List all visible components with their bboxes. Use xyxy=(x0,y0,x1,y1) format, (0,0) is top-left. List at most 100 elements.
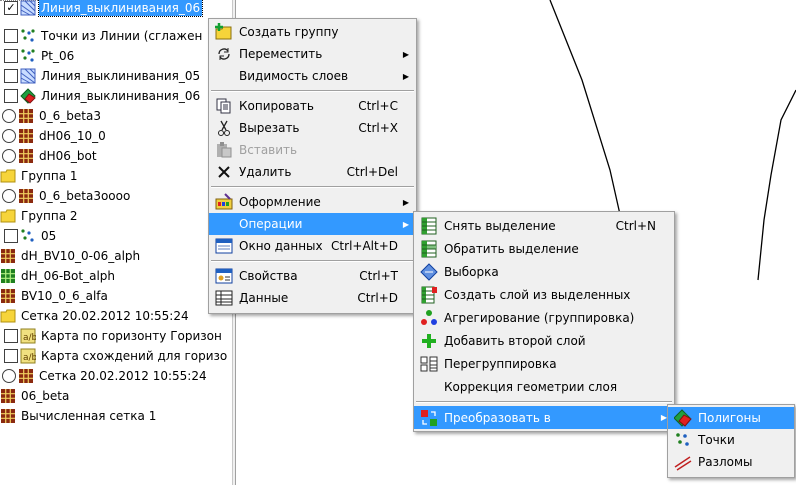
layer-checkbox[interactable] xyxy=(4,29,18,43)
menu-item-add-second-layer[interactable]: Добавить второй слой xyxy=(414,329,674,352)
tree-item-label: dH06_bot xyxy=(39,149,97,163)
tree-item[interactable]: Линия_выклинивания_06 xyxy=(4,86,202,106)
menu-item-clear-selection[interactable]: Снять выделение Ctrl+N xyxy=(414,214,674,237)
tree-item-label: Линия_выклинивания_06 xyxy=(41,89,201,103)
menu-item-polygons[interactable]: Полигоны xyxy=(668,407,794,429)
menu-item-properties[interactable]: Свойства Ctrl+T xyxy=(209,265,416,287)
table-create-icon xyxy=(420,286,438,304)
layer-radio[interactable] xyxy=(2,149,16,163)
map-layer-icon: a/b xyxy=(20,348,36,364)
menu-item-create-group[interactable]: Создать группу xyxy=(209,21,416,43)
menu-item-move[interactable]: Переместить ▶ xyxy=(209,43,416,65)
context-menu: Создать группу Переместить ▶ Видимость с… xyxy=(208,18,417,314)
menu-item-aggregate[interactable]: Агрегирование (группировка) xyxy=(414,306,674,329)
grid-layer-icon xyxy=(0,248,16,264)
tree-item-label: dH_BV10_0-06_alph xyxy=(21,249,141,263)
menu-item-points[interactable]: Точки xyxy=(668,429,794,451)
menu-item-sample[interactable]: Выборка xyxy=(414,260,674,283)
tree-item[interactable]: BV10_0_6_alfa xyxy=(0,286,110,306)
tree-item[interactable]: Вычисленная сетка 1 xyxy=(0,406,158,426)
menu-item-delete[interactable]: Удалить Ctrl+Del xyxy=(209,161,416,183)
layer-checkbox[interactable] xyxy=(4,69,18,83)
tree-group-label: Группа 2 xyxy=(21,209,78,223)
tree-item[interactable]: ✓ Линия_выклинивания_06 xyxy=(4,0,204,18)
convert-icon xyxy=(420,409,438,427)
menu-item-copy[interactable]: Копировать Ctrl+C xyxy=(209,95,416,117)
tree-item-label: dH_06-Bot_alph xyxy=(21,269,116,283)
line-layer-icon xyxy=(20,0,36,16)
menu-item-create-layer-from-selected[interactable]: Создать слой из выделенных xyxy=(414,283,674,306)
convert-submenu: Полигоны Точки Разломы xyxy=(667,404,795,478)
layer-radio[interactable] xyxy=(2,369,16,383)
menu-item-geometry-correction[interactable]: Коррекция геометрии слоя xyxy=(414,375,674,398)
tree-item-label: 05 xyxy=(41,229,57,243)
tree-item[interactable]: dH_06-Bot_alph xyxy=(0,266,117,286)
layer-tree[interactable]: ✓ Линия_выклинивания_06 Точки из Линии (… xyxy=(0,0,232,485)
menu-item-regroup[interactable]: Перегруппировка xyxy=(414,352,674,375)
paste-icon xyxy=(215,141,233,159)
tree-item-label: Линия_выклинивания_06 xyxy=(37,0,204,17)
layer-checkbox[interactable] xyxy=(4,329,18,343)
table-icon xyxy=(215,289,233,307)
layer-checkbox[interactable] xyxy=(4,89,18,103)
tree-item[interactable]: Сетка 20.02.2012 10:55:24 xyxy=(2,366,209,386)
tree-item[interactable]: a/b Карта схождений для горизо xyxy=(4,346,229,366)
scissors-icon xyxy=(215,119,233,137)
points-layer-icon xyxy=(20,228,36,244)
tree-group[interactable]: Группа 1 xyxy=(0,166,80,186)
move-icon xyxy=(215,45,233,63)
menu-item-faults[interactable]: Разломы xyxy=(668,451,794,473)
tree-item[interactable]: 06_beta xyxy=(0,386,71,406)
menu-item-invert-selection[interactable]: Обратить выделение xyxy=(414,237,674,260)
tree-item[interactable]: Точки из Линии (сглажен xyxy=(4,26,204,46)
layer-radio[interactable] xyxy=(2,109,16,123)
grid-layer-icon xyxy=(0,408,16,424)
points-layer-icon xyxy=(20,28,36,44)
filter-icon xyxy=(420,262,438,281)
layer-checkbox[interactable] xyxy=(4,49,18,63)
aggregate-icon xyxy=(420,309,438,327)
tree-item[interactable]: Линия_выклинивания_05 xyxy=(4,66,202,86)
faults-icon xyxy=(674,453,692,471)
menu-item-operations[interactable]: Операции ▶ xyxy=(209,213,416,235)
grid-layer-icon xyxy=(0,388,16,404)
tree-item[interactable]: a/b Карта по горизонту Горизон xyxy=(4,326,224,346)
operations-submenu: Снять выделение Ctrl+N Обратить выделени… xyxy=(413,211,675,432)
tree-item[interactable]: 0_6_beta3 xyxy=(2,106,103,126)
svg-text:a/b: a/b xyxy=(23,353,36,363)
menu-item-styling[interactable]: Оформление ▶ xyxy=(209,191,416,213)
tree-item-label: Карта схождений для горизо xyxy=(41,349,228,363)
tree-item[interactable]: dH06_10_0 xyxy=(2,126,108,146)
folder-icon xyxy=(0,168,16,184)
layer-radio[interactable] xyxy=(2,189,16,203)
window-icon xyxy=(215,237,233,255)
layer-checkbox[interactable] xyxy=(4,349,18,363)
tree-group[interactable]: Сетка 20.02.2012 10:55:24 xyxy=(0,306,191,326)
folder-icon xyxy=(0,208,16,224)
table-invert-icon xyxy=(420,240,438,258)
menu-item-paste[interactable]: Вставить xyxy=(209,139,416,161)
layer-checkbox[interactable] xyxy=(4,229,18,243)
grid-layer-icon xyxy=(0,288,16,304)
tree-item[interactable]: 0_6_beta3oooo xyxy=(2,186,132,206)
tree-item[interactable]: dH_BV10_0-06_alph xyxy=(0,246,142,266)
points-icon xyxy=(674,431,692,449)
tree-item-label: Точки из Линии (сглажен xyxy=(41,29,203,43)
menu-item-data[interactable]: Данные Ctrl+D xyxy=(209,287,416,309)
palette-icon xyxy=(215,193,233,211)
grid-layer-icon xyxy=(18,188,34,204)
properties-icon xyxy=(215,267,233,285)
points-layer-icon xyxy=(20,48,36,64)
tree-item-label: 0_6_beta3oooo xyxy=(39,189,131,203)
menu-item-convert-to[interactable]: Преобразовать в ▶ xyxy=(414,406,674,429)
tree-item[interactable]: Pt_06 xyxy=(4,46,76,66)
tree-item[interactable]: dH06_bot xyxy=(2,146,99,166)
tree-group[interactable]: Группа 2 xyxy=(0,206,80,226)
menu-item-layer-visibility[interactable]: Видимость слоев ▶ xyxy=(209,65,416,87)
menu-item-data-window[interactable]: Окно данных Ctrl+Alt+D xyxy=(209,235,416,257)
menu-item-cut[interactable]: Вырезать Ctrl+X xyxy=(209,117,416,139)
layer-radio[interactable] xyxy=(2,129,16,143)
tree-item-label: Карта по горизонту Горизон xyxy=(41,329,222,343)
layer-checkbox[interactable]: ✓ xyxy=(4,1,18,15)
tree-item[interactable]: 05 xyxy=(4,226,58,246)
